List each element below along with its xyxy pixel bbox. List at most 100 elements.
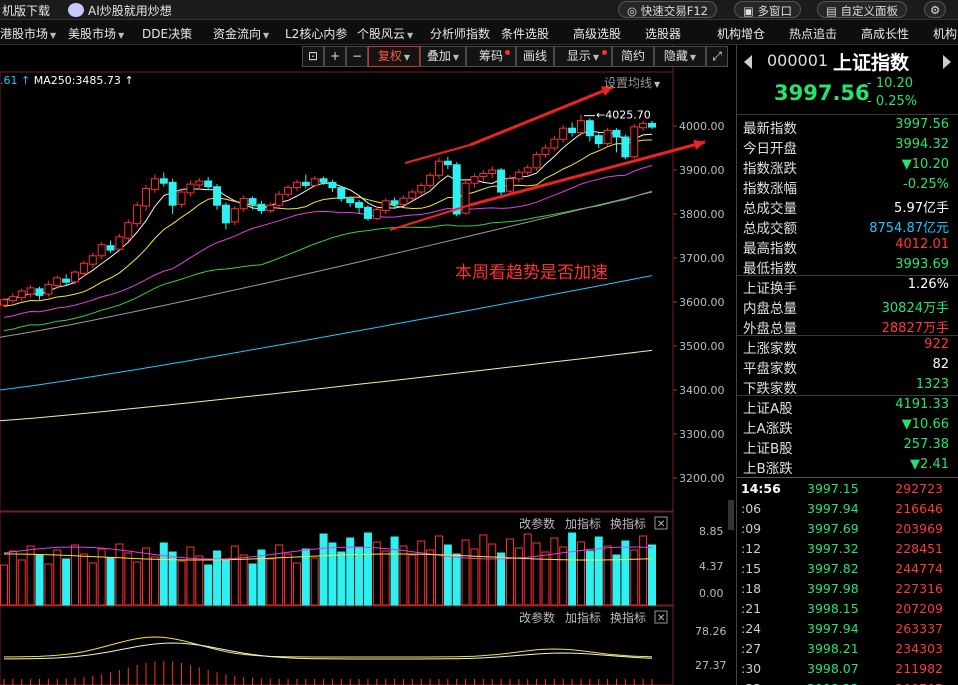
nav-high-growth[interactable]: 高成长性 xyxy=(861,25,909,42)
macd-edit-params: 改参数 xyxy=(519,610,555,625)
settings-button[interactable]: ⚙ xyxy=(924,1,947,18)
candle-body xyxy=(337,187,346,200)
stat-value: 257.38 xyxy=(903,437,950,452)
kline-chart[interactable]: 4000.00 3900.00 3800.00 3700.00 3600.00 3500.… xyxy=(0,45,736,685)
stat-value: 5.97亿手 xyxy=(894,201,949,216)
tick-price: 3997.98 xyxy=(807,581,859,596)
price-tick-label: 3600.00 xyxy=(679,296,725,309)
tick-price: 3998.15 xyxy=(807,601,859,616)
volume-bar xyxy=(363,532,372,606)
candle-body xyxy=(630,126,639,158)
ma-arrow-icon: ↑ xyxy=(21,74,34,87)
lock-icon[interactable]: ⊡ xyxy=(302,46,324,67)
tick-volume: 308705 xyxy=(895,681,943,685)
nav-l2[interactable]: L2核心内参 xyxy=(285,25,347,42)
tick-time: :21 xyxy=(741,601,762,616)
volume-bar xyxy=(514,547,523,606)
mobile-download-link[interactable]: 机版下载 xyxy=(2,2,50,19)
volume-bar xyxy=(0,564,8,606)
stat-row: 平盘家数 82 xyxy=(737,355,958,377)
nav-hotspot[interactable]: 热点追击 xyxy=(789,25,837,42)
draw-line-button[interactable]: 画线 xyxy=(516,46,554,67)
candle-body xyxy=(142,187,151,207)
tick-volume: 203969 xyxy=(895,521,943,536)
tick-price: 3998.21 xyxy=(807,641,859,656)
quote-header: 000001 上证指数 3997.56 - 10.20 - 0.25% xyxy=(737,45,958,115)
overlay-button[interactable]: 叠加 ▼ xyxy=(420,46,466,67)
stat-value: 922 xyxy=(924,337,949,352)
volume-switch-indicator: 换指标 xyxy=(610,516,646,531)
volume-bar xyxy=(390,536,399,606)
candle-body xyxy=(168,181,177,206)
stock-name: 上证指数 xyxy=(833,52,910,74)
candle-body xyxy=(594,135,603,145)
quick-trade-button[interactable]: ◎ 快速交易F12 xyxy=(618,1,717,18)
price-change-pct: - 0.25% xyxy=(867,94,918,109)
candle-body xyxy=(532,154,541,169)
candle-body xyxy=(248,198,257,205)
fullscreen-icon[interactable]: ⤢ xyxy=(706,46,728,67)
zoom-in-icon[interactable]: + xyxy=(324,46,346,67)
volume-bar xyxy=(301,548,310,606)
candle-body xyxy=(310,178,319,186)
custom-panel-button[interactable]: ▤ 自定义面板 xyxy=(817,1,908,18)
nav-inst-increase[interactable]: 机构增仓 xyxy=(717,25,765,42)
macd-switch-indicator: 换指标 xyxy=(610,610,646,625)
tick-row: :24 3997.94 263337 xyxy=(737,618,958,638)
nav-stock-storm[interactable]: 个股风云 ▼ xyxy=(357,25,413,42)
candle-body xyxy=(115,236,124,250)
candle-body xyxy=(523,167,532,173)
stat-label: 总成交量 xyxy=(743,201,797,217)
tick-volume: 292723 xyxy=(895,481,943,496)
volume-bar xyxy=(35,554,44,606)
stat-row: 上B涨跌 ▼2.41 xyxy=(737,455,958,477)
ai-promo-link[interactable]: AI炒股就用炒想 xyxy=(68,2,172,19)
candle-body xyxy=(44,283,53,295)
nav-condition-select[interactable]: 条件选股 xyxy=(501,25,549,42)
nav-bar: 港股市场 ▼ 美股市场 ▼ DDE决策 资金流向 ▼ L2核心内参 个股风云 ▼ 分析师… xyxy=(0,20,958,45)
set-ma-button[interactable]: 设置均线 ▼ xyxy=(604,74,660,91)
nav-hk-market[interactable]: 港股市场 ▼ xyxy=(0,25,56,42)
volume-bar xyxy=(248,563,257,606)
nav-dde[interactable]: DDE决策 xyxy=(142,25,192,42)
volume-bar xyxy=(479,534,488,606)
nav-stock-picker[interactable]: 选股器 xyxy=(645,25,681,42)
stat-row: 指数涨幅 -0.25% xyxy=(737,175,958,197)
restore-rights-button[interactable]: 复权 ▼ xyxy=(368,46,420,67)
candle-body xyxy=(292,181,301,189)
nav-us-market[interactable]: 美股市场 ▼ xyxy=(68,25,124,42)
multi-window-button[interactable]: ▣ 多窗口 xyxy=(734,1,802,18)
display-button[interactable]: 显示 ▼ xyxy=(554,46,612,67)
tick-row: 14:56 3997.15 292723 xyxy=(737,478,958,498)
volume-bar xyxy=(346,537,355,606)
nav-institution[interactable]: 机构 xyxy=(933,25,957,42)
next-stock-icon[interactable] xyxy=(943,55,951,69)
stat-row: 内盘总量 30824万手 xyxy=(737,295,958,317)
volume-bar xyxy=(585,550,594,606)
nav-analyst-index[interactable]: 分析师指数 xyxy=(430,25,490,42)
simple-button[interactable]: 简约 xyxy=(612,46,654,67)
ma-prefix: .61 xyxy=(0,74,18,87)
volume-bar xyxy=(159,542,168,606)
volume-bar xyxy=(541,551,550,606)
nav-fund-flow[interactable]: 资金流向 ▼ xyxy=(213,25,269,42)
candle-body xyxy=(275,193,284,206)
volume-bar xyxy=(230,545,239,606)
tick-volume: 211982 xyxy=(895,661,943,676)
zoom-out-icon[interactable]: − xyxy=(346,46,368,67)
stat-label: 上证换手 xyxy=(743,281,797,297)
candle-body xyxy=(284,187,293,195)
hide-button[interactable]: 隐藏 ▼ xyxy=(654,46,706,67)
nav-advanced-select[interactable]: 高级选股 xyxy=(573,25,621,42)
volume-bar xyxy=(71,544,80,606)
candle-body xyxy=(221,204,230,224)
candle-body xyxy=(621,136,630,158)
prev-stock-icon[interactable] xyxy=(744,55,752,69)
chip-button[interactable]: 筹码 xyxy=(466,46,516,67)
mascot-icon xyxy=(68,3,84,17)
tick-time: :30 xyxy=(741,661,762,676)
tick-row: :21 3998.15 207209 xyxy=(737,598,958,618)
tick-volume: 234303 xyxy=(895,641,943,656)
macd-tick-label: 27.37 xyxy=(695,659,727,672)
candle-body xyxy=(62,278,71,283)
